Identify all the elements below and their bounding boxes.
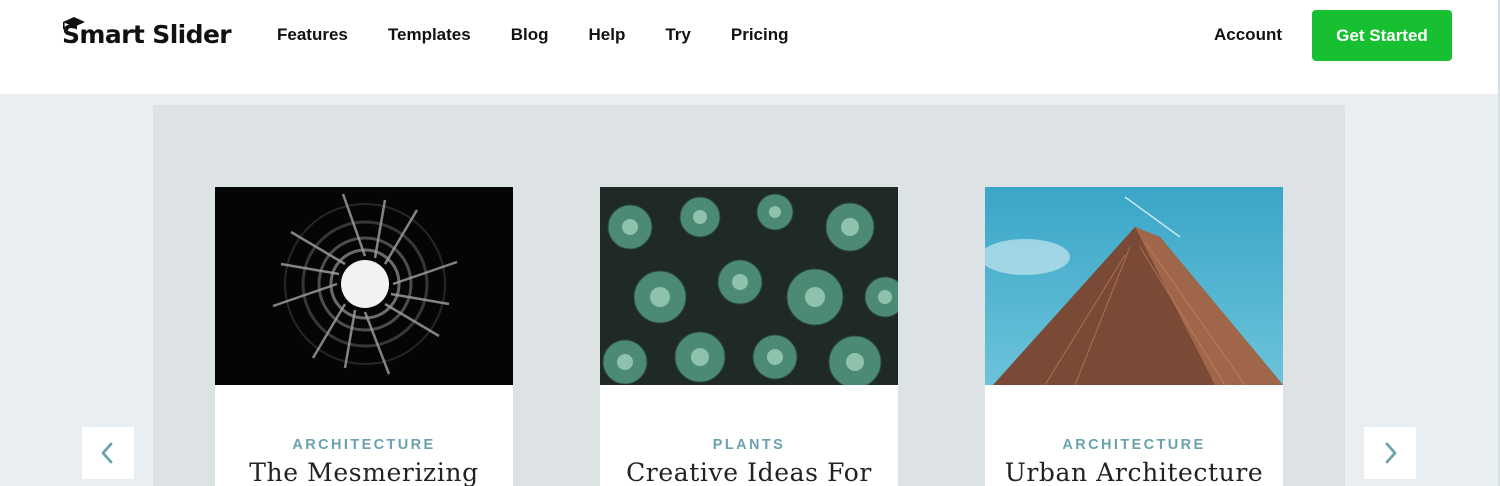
slider-prev-button[interactable] [82,427,134,479]
slider-next-button[interactable] [1364,427,1416,479]
graduation-cap-icon [63,17,85,29]
slide-card[interactable]: ARCHITECTURE Urban Architecture [985,187,1283,486]
nav-blog[interactable]: Blog [511,25,549,45]
chevron-left-icon [101,442,113,464]
logo-text: Smart Slider [62,19,232,49]
slide-title[interactable]: Urban Architecture [985,458,1283,486]
chevron-right-icon [1385,442,1397,464]
nav-try[interactable]: Try [665,25,691,45]
succulents-image [600,187,898,385]
main-nav: Features Templates Blog Help Try Pricing [277,25,828,45]
nav-pricing[interactable]: Pricing [731,25,789,45]
slide-category: ARCHITECTURE [1062,437,1206,453]
slide-card[interactable]: PLANTS Creative Ideas For [600,187,898,486]
slide-title[interactable]: The Mesmerizing [215,458,513,486]
logo[interactable]: Smart Slider [62,16,232,52]
account-link[interactable]: Account [1214,25,1282,45]
site-header: Smart Slider Features Templates Blog Hel… [0,0,1500,94]
skyscraper-image [985,187,1283,385]
nav-help[interactable]: Help [588,25,625,45]
slide-category: PLANTS [712,437,786,453]
nav-features[interactable]: Features [277,25,348,45]
architecture-tunnel-image [215,187,513,385]
get-started-button[interactable]: Get Started [1312,10,1452,61]
slide-title[interactable]: Creative Ideas For [600,458,898,486]
nav-templates[interactable]: Templates [388,25,471,45]
slide-card[interactable]: ARCHITECTURE The Mesmerizing [215,187,513,486]
slide-category: ARCHITECTURE [292,437,436,453]
